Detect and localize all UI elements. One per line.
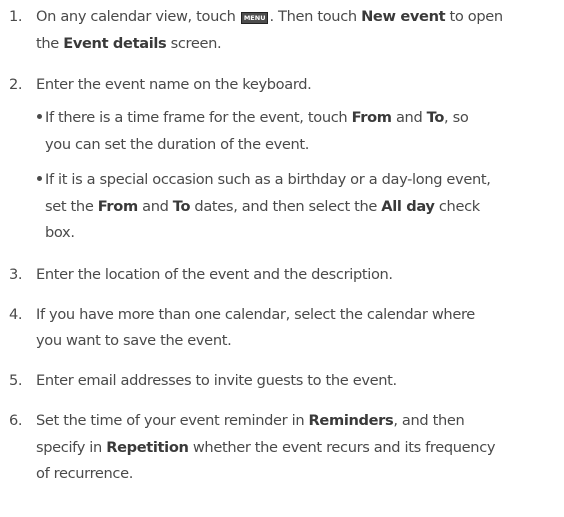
step-2-line-1: 2. Enter the event name on the keyboard. bbox=[9, 72, 312, 98]
step-2-bullet-2-line-3: box. bbox=[45, 224, 75, 241]
step-number: 2. bbox=[9, 76, 23, 93]
step-number: 3. bbox=[9, 266, 23, 283]
step-4-line-2: you want to save the event. bbox=[36, 332, 232, 349]
step-number: 4. bbox=[9, 306, 23, 323]
step-6-line-2: specify in Repetition whether the event … bbox=[36, 439, 496, 456]
step-1-line-2: the Event details screen. bbox=[36, 35, 222, 52]
step-5-line-1: 5. Enter email addresses to invite guests… bbox=[9, 368, 397, 394]
step-number: 5. bbox=[9, 372, 23, 389]
step-2-bullet-1-line-1: If there is a time frame for the event, … bbox=[37, 105, 469, 131]
step-2-bullet-2-line-2: set the From and To dates, and then sele… bbox=[45, 198, 480, 215]
bullet-icon bbox=[37, 114, 42, 119]
new-event-label: New event bbox=[361, 8, 446, 25]
repetition-label: Repetition bbox=[106, 439, 189, 456]
step-number: 6. bbox=[9, 412, 23, 429]
bullet-icon bbox=[37, 176, 42, 181]
step-2-bullet-2-line-1: If it is a special occasion such as a bi… bbox=[37, 167, 491, 193]
step-1-line-1: 1. On any calendar view, touch MENU. Then… bbox=[9, 4, 503, 30]
step-2-bullet-1-line-2: you can set the duration of the event. bbox=[45, 136, 310, 153]
event-details-label: Event details bbox=[63, 35, 167, 52]
reminders-label: Reminders bbox=[308, 412, 394, 429]
step-3-line-1: 3. Enter the location of the event and th… bbox=[9, 262, 393, 288]
step-number: 1. bbox=[9, 8, 23, 25]
step-6-line-1: 6. Set the time of your event reminder in… bbox=[9, 408, 465, 434]
step-6-line-3: of recurrence. bbox=[36, 465, 134, 482]
menu-key-icon: MENU bbox=[240, 12, 269, 24]
step-4-line-1: 4. If you have more than one calendar, se… bbox=[9, 302, 475, 328]
